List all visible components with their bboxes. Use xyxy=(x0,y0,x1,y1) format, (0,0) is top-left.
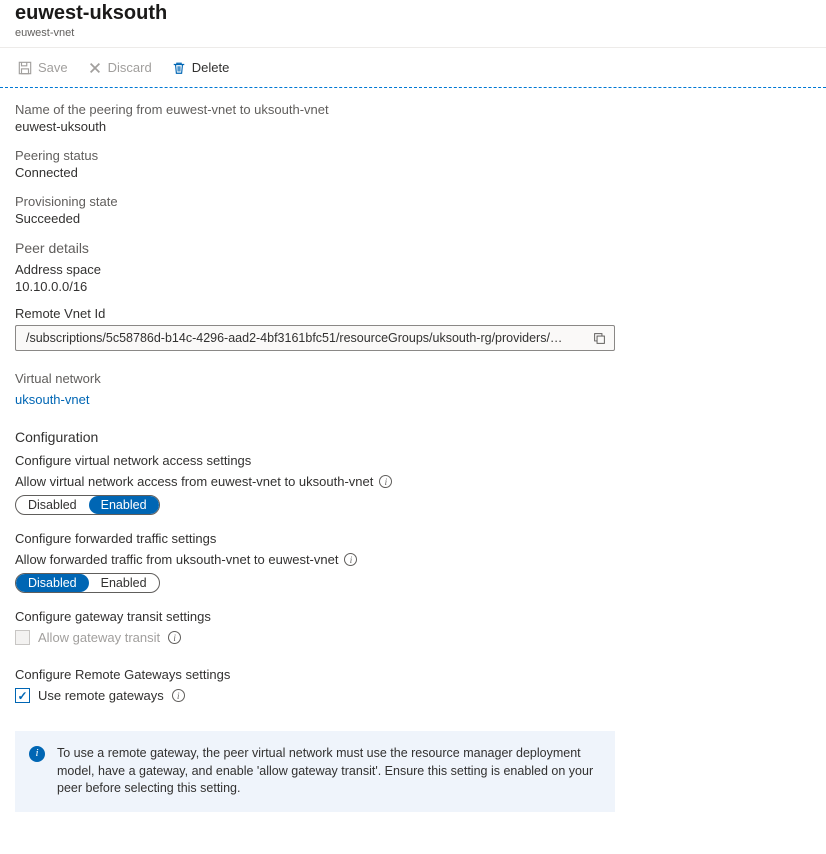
use-remote-gateways-checkbox[interactable] xyxy=(15,688,30,703)
address-space-value: 10.10.0.0/16 xyxy=(15,279,811,294)
provisioning-state-value: Succeeded xyxy=(15,211,811,226)
info-icon[interactable]: i xyxy=(172,689,185,702)
copy-button[interactable] xyxy=(588,332,610,345)
peer-details-heading: Peer details xyxy=(15,240,811,256)
discard-button[interactable]: Discard xyxy=(78,54,162,81)
info-notice-text: To use a remote gateway, the peer virtua… xyxy=(57,745,599,798)
fwd-toggle[interactable]: Disabled Enabled xyxy=(15,573,160,593)
remote-vnet-id-label: Remote Vnet Id xyxy=(15,306,811,321)
info-icon[interactable]: i xyxy=(168,631,181,644)
delete-button[interactable]: Delete xyxy=(162,54,240,81)
save-button[interactable]: Save xyxy=(8,54,78,81)
configuration-heading: Configuration xyxy=(15,429,811,445)
virtual-network-label: Virtual network xyxy=(15,371,811,386)
vna-toggle-enabled[interactable]: Enabled xyxy=(89,496,159,514)
vna-toggle[interactable]: Disabled Enabled xyxy=(15,495,160,515)
allow-gateway-transit-checkbox xyxy=(15,630,30,645)
vna-toggle-disabled[interactable]: Disabled xyxy=(16,496,89,514)
vna-label: Allow virtual network access from euwest… xyxy=(15,474,373,489)
use-remote-gateways-label: Use remote gateways xyxy=(38,688,164,703)
fwd-settings-heading: Configure forwarded traffic settings xyxy=(15,531,811,546)
peering-name-label: Name of the peering from euwest-vnet to … xyxy=(15,102,811,117)
vna-settings-heading: Configure virtual network access setting… xyxy=(15,453,811,468)
fwd-label: Allow forwarded traffic from uksouth-vne… xyxy=(15,552,338,567)
gw-settings-heading: Configure gateway transit settings xyxy=(15,609,811,624)
virtual-network-link[interactable]: uksouth-vnet xyxy=(15,392,89,407)
info-notice: i To use a remote gateway, the peer virt… xyxy=(15,731,615,812)
rg-settings-heading: Configure Remote Gateways settings xyxy=(15,667,811,682)
address-space-label: Address space xyxy=(15,262,811,277)
fwd-toggle-disabled[interactable]: Disabled xyxy=(16,574,89,592)
fwd-toggle-enabled[interactable]: Enabled xyxy=(89,574,159,592)
peering-status-value: Connected xyxy=(15,165,811,180)
trash-icon xyxy=(172,61,186,75)
page-title: euwest-uksouth xyxy=(15,0,811,26)
peering-name-value: euwest-uksouth xyxy=(15,119,811,134)
provisioning-state-label: Provisioning state xyxy=(15,194,811,209)
command-bar: Save Discard Delete xyxy=(0,47,826,88)
page-subtitle: euwest-vnet xyxy=(15,27,811,39)
copy-icon xyxy=(593,332,606,345)
close-icon xyxy=(88,61,102,75)
info-icon: i xyxy=(29,746,45,762)
info-icon[interactable]: i xyxy=(379,475,392,488)
info-icon[interactable]: i xyxy=(344,553,357,566)
peering-status-label: Peering status xyxy=(15,148,811,163)
allow-gateway-transit-label: Allow gateway transit xyxy=(38,630,160,645)
save-icon xyxy=(18,61,32,75)
remote-vnet-id-input[interactable]: /subscriptions/5c58786d-b14c-4296-aad2-4… xyxy=(26,331,588,345)
